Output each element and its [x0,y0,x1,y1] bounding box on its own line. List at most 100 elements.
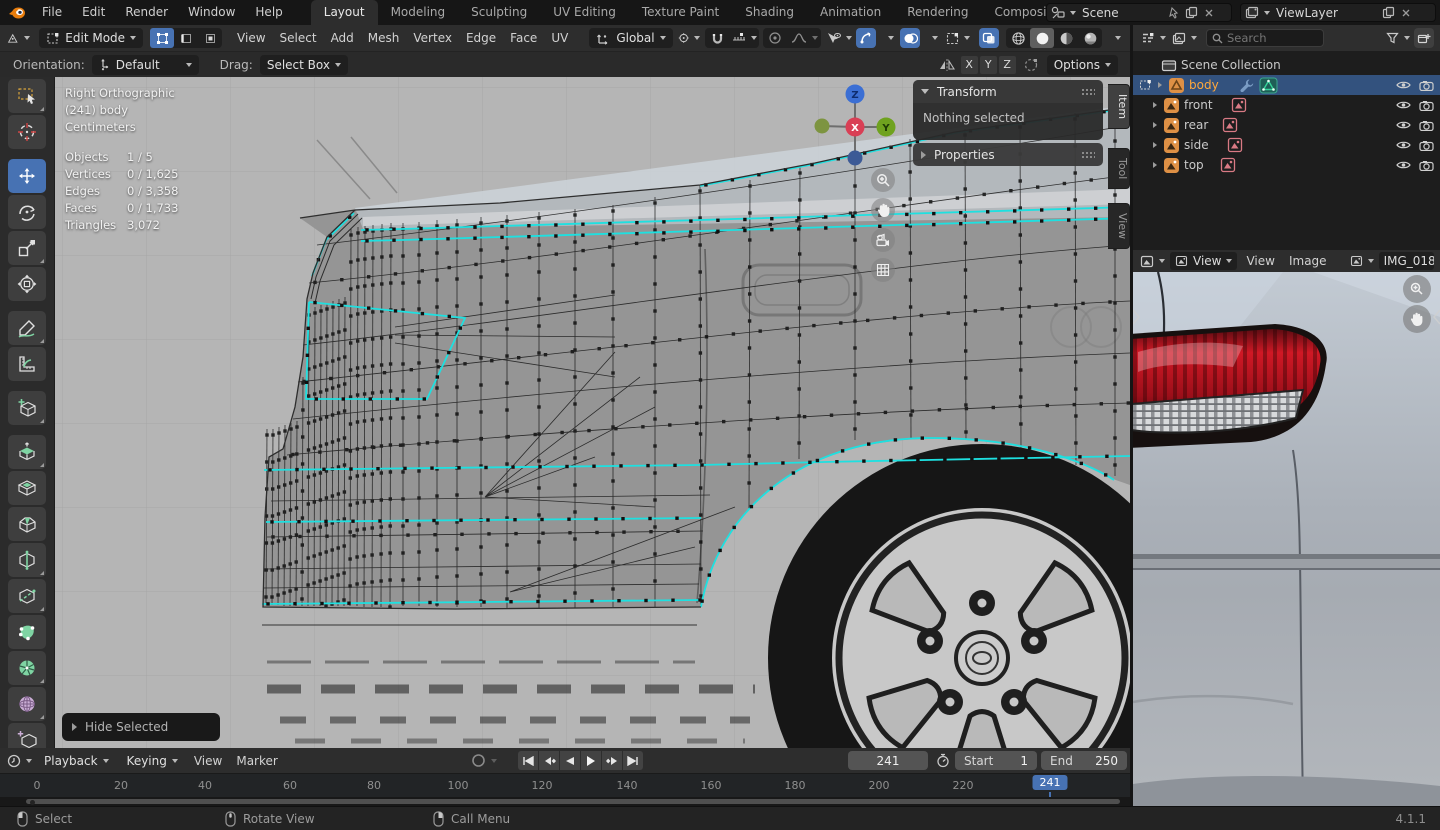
disable-render-camera-icon[interactable] [1419,160,1434,171]
hide-eye-icon[interactable] [1396,160,1411,170]
edge-select-button[interactable] [174,28,198,48]
workspace-tab-animation[interactable]: Animation [807,0,894,25]
pivot-point-dropdown[interactable] [676,28,702,48]
tool-measure[interactable] [8,347,46,381]
object-name[interactable]: top [1180,158,1208,172]
shading-wireframe-button[interactable] [1006,28,1030,48]
options-dropdown[interactable]: Options [1047,55,1118,75]
previous-keyframe-button[interactable] [539,751,559,770]
workspace-tab-sculpting[interactable]: Sculpting [458,0,540,25]
viewlayer-name[interactable]: ViewLayer [1270,6,1382,20]
expand-chevron-icon[interactable] [1153,122,1157,128]
play-reverse-button[interactable] [560,751,580,770]
tool-knife[interactable] [8,579,46,613]
jump-to-end-button[interactable] [623,751,643,770]
image-zoom-button[interactable] [1403,275,1431,303]
disable-render-camera-icon[interactable] [1419,120,1434,131]
gizmo-axis-neg-y[interactable] [815,119,830,134]
menu-view[interactable]: View [230,25,272,51]
mirror-z-button[interactable]: Z [999,56,1016,74]
drag-mode-dropdown[interactable]: Select Box [260,55,348,75]
playhead[interactable]: 241 [1033,775,1068,790]
local-view-dropdown[interactable] [944,28,972,48]
current-frame-field[interactable]: 241 [848,751,928,770]
proportional-edit-toggle[interactable] [763,28,787,48]
remove-viewlayer-icon[interactable] [1401,8,1411,18]
menu-vertex[interactable]: Vertex [406,25,459,51]
viewlayer-selector[interactable]: ViewLayer [1240,3,1436,22]
outliner-row-body[interactable]: body [1133,75,1440,95]
menu-help[interactable]: Help [245,0,292,25]
snap-symmetry-icon[interactable] [1023,57,1039,73]
editor-separator[interactable] [1130,25,1133,806]
timeline-scrollbar[interactable] [0,797,1130,806]
navigation-gizmo[interactable]: Z X Y [800,77,910,177]
workspace-tab-rendering[interactable]: Rendering [894,0,981,25]
mirror-y-button[interactable]: Y [980,56,997,74]
shading-rendered-button[interactable] [1078,28,1102,48]
panel-grip-icon[interactable] [1081,151,1095,158]
object-name[interactable]: front [1180,98,1217,112]
tool-select-box[interactable] [8,79,46,113]
show-gizmos-toggle[interactable] [856,28,876,48]
menu-mesh[interactable]: Mesh [361,25,407,51]
menu-add[interactable]: Add [324,25,361,51]
expand-chevron-icon[interactable] [1153,162,1157,168]
scrollbar-zoom-handle[interactable] [30,800,35,805]
gizmo-axis-neg-z[interactable] [848,151,863,166]
tool-bevel[interactable] [8,507,46,541]
npanel-tab-view[interactable]: View [1108,203,1130,249]
tool-extrude-region[interactable] [8,435,46,469]
tool-scale[interactable] [8,231,46,265]
shading-material-button[interactable] [1054,28,1078,48]
tool-cursor[interactable] [8,115,46,149]
image-editor-type-button[interactable] [1138,251,1167,271]
disable-render-camera-icon[interactable] [1419,80,1434,91]
use-preview-range-toggle[interactable] [933,751,953,771]
outliner-row-rear[interactable]: rear [1133,115,1440,135]
timeline-ruler[interactable]: 0 20 40 60 80 100 120 140 160 180 200 22… [0,773,1130,797]
viewport-camera-button[interactable] [871,228,895,252]
image-menu-image[interactable]: Image [1282,250,1334,272]
next-keyframe-button[interactable] [602,751,622,770]
snap-settings-dropdown[interactable] [729,28,759,48]
tool-smooth[interactable] [8,687,46,721]
tool-loop-cut[interactable] [8,543,46,577]
jump-to-start-button[interactable] [518,751,538,770]
transform-panel-header[interactable]: Transform [913,80,1103,103]
auto-keying-toggle[interactable] [469,751,499,771]
xray-toggle[interactable] [979,28,999,48]
proportional-falloff-dropdown[interactable] [787,28,821,48]
workspace-tab-uv-editing[interactable]: UV Editing [540,0,629,25]
show-overlays-toggle[interactable] [900,28,920,48]
disable-render-camera-icon[interactable] [1419,140,1434,151]
workspace-tab-shading[interactable]: Shading [732,0,807,25]
search-input[interactable] [1227,31,1315,45]
menu-window[interactable]: Window [178,0,245,25]
disable-render-camera-icon[interactable] [1419,100,1434,111]
object-visibility-dropdown[interactable] [824,28,854,48]
vertex-select-button[interactable] [150,28,174,48]
tool-poly-build[interactable] [8,615,46,649]
workspace-tab-texture-paint[interactable]: Texture Paint [629,0,732,25]
viewport-canvas[interactable] [55,77,1130,748]
face-select-button[interactable] [198,28,222,48]
object-name[interactable]: rear [1180,118,1212,132]
gizmo-axes[interactable]: Z X Y [800,77,910,177]
expand-chevron-icon[interactable] [1158,82,1162,88]
start-frame-field[interactable]: Start 1 [955,751,1037,770]
menu-render[interactable]: Render [115,0,178,25]
shading-dropdown[interactable] [1105,28,1125,48]
menu-edge[interactable]: Edge [459,25,503,51]
collection-name[interactable]: Scene Collection [1177,58,1285,72]
shading-solid-button[interactable] [1030,28,1054,48]
viewport-perspective-button[interactable] [871,258,895,282]
outliner-search[interactable] [1206,29,1324,47]
menu-file[interactable]: File [32,0,72,25]
outliner-filter-dropdown[interactable] [1384,28,1412,48]
workspace-tab-modeling[interactable]: Modeling [378,0,459,25]
menu-uv[interactable]: UV [544,25,575,51]
image-browse-dropdown[interactable] [1348,251,1376,271]
tool-spin[interactable] [8,651,46,685]
end-frame-field[interactable]: End 250 [1041,751,1127,770]
